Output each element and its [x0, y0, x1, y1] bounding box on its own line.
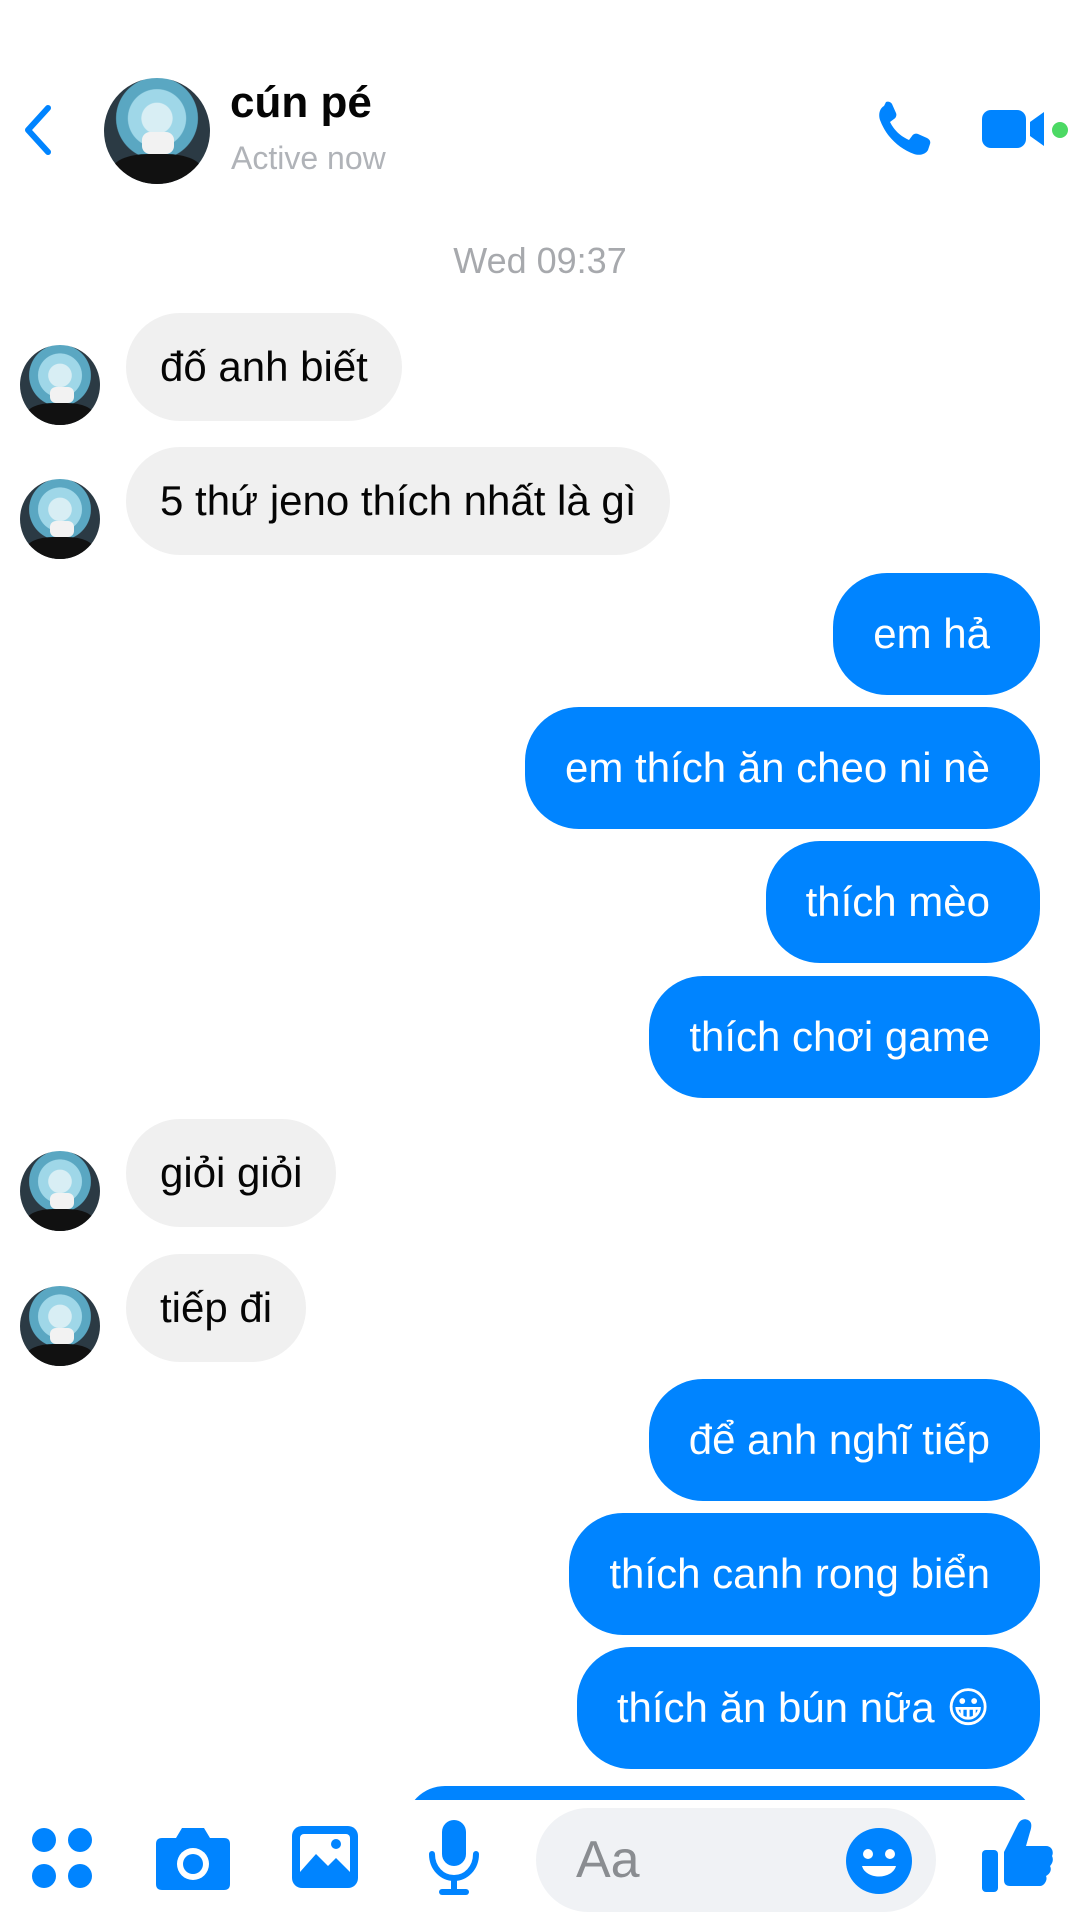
- outgoing-message[interactable]: em thích ăn cheo ni nè: [525, 707, 1040, 829]
- sender-avatar[interactable]: [20, 479, 100, 559]
- contact-name[interactable]: cún pé: [230, 78, 372, 128]
- contact-avatar[interactable]: [104, 78, 210, 184]
- video-camera-icon[interactable]: [980, 106, 1048, 152]
- emoji-icon[interactable]: [844, 1826, 914, 1896]
- sender-avatar[interactable]: [20, 345, 100, 425]
- outgoing-message[interactable]: để anh nghĩ tiếp: [648, 1379, 1040, 1501]
- chat-header: cún pé Active now: [0, 0, 1080, 200]
- incoming-message[interactable]: đố anh biết: [126, 313, 402, 421]
- microphone-icon[interactable]: [428, 1818, 480, 1898]
- message-input[interactable]: [576, 1832, 836, 1888]
- outgoing-message[interactable]: thích mèo: [765, 841, 1040, 963]
- outgoing-message[interactable]: thích canh rong biển: [569, 1513, 1040, 1635]
- outgoing-message[interactable]: em hả: [833, 573, 1040, 695]
- sender-avatar[interactable]: [20, 1286, 100, 1366]
- message-timestamp: Wed 09:37: [453, 240, 627, 281]
- image-icon[interactable]: [290, 1822, 360, 1892]
- apps-grid-icon[interactable]: [28, 1824, 96, 1892]
- chevron-left-icon[interactable]: [18, 100, 58, 160]
- thumbs-up-icon[interactable]: [980, 1816, 1056, 1894]
- sender-avatar[interactable]: [20, 1151, 100, 1231]
- camera-icon[interactable]: [154, 1822, 232, 1892]
- message-composer[interactable]: [536, 1808, 936, 1912]
- phone-icon[interactable]: [874, 100, 936, 158]
- incoming-message[interactable]: tiếp đi: [126, 1254, 307, 1362]
- incoming-message[interactable]: giỏi giỏi: [126, 1119, 337, 1227]
- outgoing-message[interactable]: thích chơi game: [649, 976, 1040, 1098]
- outgoing-message[interactable]: thích ăn bún nữa 😀: [576, 1647, 1040, 1769]
- incoming-message[interactable]: 5 thứ jeno thích nhất là gì: [126, 447, 671, 555]
- active-status: Active now: [231, 140, 386, 176]
- online-indicator: [1052, 122, 1068, 138]
